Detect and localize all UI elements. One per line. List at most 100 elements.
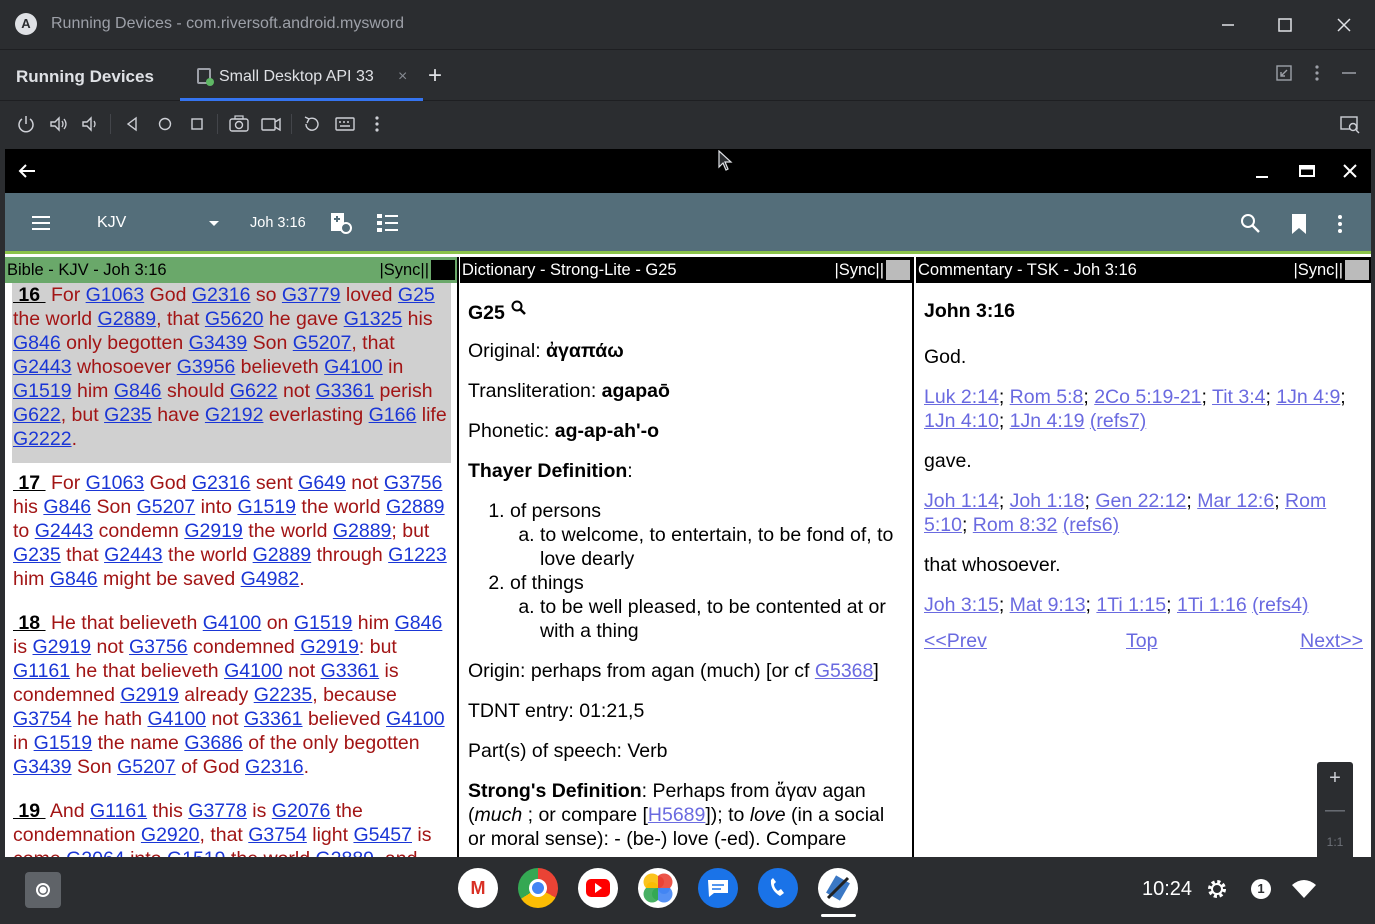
tab-small-desktop-api-33[interactable]: Small Desktop API 33 ×	[180, 51, 423, 101]
volume-down-icon[interactable]	[79, 113, 101, 135]
cross-reference-link[interactable]: 1Ti 1:15	[1096, 594, 1166, 616]
gmail-icon[interactable]: M	[458, 868, 498, 908]
cross-reference-link[interactable]: Joh 1:18	[1010, 490, 1085, 512]
google-photos-icon[interactable]	[638, 868, 678, 908]
chrome-icon[interactable]	[518, 868, 558, 908]
cross-reference-link[interactable]: Mar 12:6	[1197, 490, 1274, 512]
verse-reference-button[interactable]: Joh 3:16	[250, 215, 306, 231]
original-word: ἀγαπάω	[546, 340, 624, 362]
close-tab-icon[interactable]: ×	[398, 68, 407, 86]
zoom-actual-size-button[interactable]: 1:1	[1317, 826, 1353, 858]
app-minimize-button[interactable]	[1248, 157, 1276, 185]
minimize-window-button[interactable]	[1215, 12, 1241, 38]
add-device-tab-button[interactable]: +	[428, 62, 442, 90]
bible-settings-icon[interactable]	[329, 211, 353, 240]
more-refs-link[interactable]: (refs4)	[1252, 594, 1308, 616]
commentary-pane[interactable]: Commentary - TSK - Joh 3:16 |Sync|| John…	[916, 257, 1371, 857]
messages-icon[interactable]	[698, 868, 738, 908]
device-screen[interactable]: KJV Joh 3:16 Bible - KJV - Joh 3:16 |Syn…	[5, 149, 1371, 857]
more-refs-link[interactable]: (refs7)	[1090, 410, 1146, 432]
cross-reference-link[interactable]: 2Co 5:19-21	[1094, 386, 1201, 408]
sync-toggle[interactable]: |Sync||	[834, 257, 884, 283]
cross-reference-link[interactable]: 1Jn 4:9	[1276, 386, 1340, 408]
youtube-icon[interactable]	[578, 868, 618, 908]
notification-badge[interactable]: 1	[1251, 879, 1271, 899]
launcher-button[interactable]	[25, 872, 61, 908]
zoom-in-button[interactable]: +	[1317, 762, 1353, 794]
prev-link[interactable]: <<Prev	[924, 629, 987, 653]
cross-reference-link[interactable]: 1Jn 4:19	[1010, 410, 1085, 432]
sync-toggle[interactable]: |Sync||	[1293, 257, 1343, 283]
settings-gear-icon[interactable]	[1206, 878, 1228, 905]
dictionary-pane[interactable]: Dictionary - Strong-Lite - G25 |Sync|| G…	[460, 257, 914, 857]
g5368-link[interactable]: G5368	[815, 660, 874, 682]
back-arrow-icon[interactable]	[13, 157, 41, 185]
phone-icon[interactable]	[758, 868, 798, 908]
translation-selector[interactable]: KJV	[97, 214, 126, 232]
app-maximize-button[interactable]	[1293, 157, 1321, 185]
bible-pane[interactable]: Bible - KJV - Joh 3:16 |Sync|| 16 For G1…	[5, 257, 459, 857]
bookmark-icon[interactable]	[1291, 213, 1307, 240]
h5689-link[interactable]: H5689	[648, 804, 705, 826]
sync-toggle[interactable]: |Sync||	[379, 257, 429, 283]
device-tab-label: Small Desktop API 33	[219, 68, 374, 85]
thayer-label: Thayer Definition	[468, 460, 628, 482]
home-icon[interactable]	[154, 113, 176, 135]
search-icon[interactable]	[1240, 213, 1262, 240]
device-explorer-icon[interactable]	[1339, 113, 1361, 135]
dictionary-pane-title: Dictionary - Strong-Lite - G25	[462, 261, 677, 279]
power-icon[interactable]	[15, 113, 37, 135]
hamburger-menu-icon[interactable]	[30, 212, 52, 239]
next-link[interactable]: Next>>	[1300, 629, 1363, 653]
wifi-icon[interactable]	[1291, 878, 1317, 905]
cross-reference-link[interactable]: Rom 8:32	[973, 514, 1058, 536]
verse-16[interactable]: 16 For G1063 God G2316 so G3779 loved G2…	[12, 283, 451, 463]
thayer-definitions: of persons to welcome, to entertain, to …	[468, 499, 904, 643]
more-controls-icon[interactable]	[366, 113, 388, 135]
app-close-button[interactable]	[1336, 157, 1364, 185]
pane-menu-handle[interactable]	[886, 260, 910, 280]
active-app-indicator	[821, 914, 856, 917]
more-refs-link[interactable]: (refs6)	[1063, 514, 1119, 536]
screen-record-icon[interactable]	[260, 113, 282, 135]
overflow-menu-icon[interactable]	[1335, 214, 1345, 241]
strongs-entry: G25	[468, 302, 505, 324]
top-link[interactable]: Top	[1126, 629, 1157, 653]
pane-menu-handle[interactable]	[1345, 260, 1369, 280]
chevron-down-icon[interactable]	[207, 216, 221, 234]
zoom-out-button[interactable]: —	[1317, 794, 1353, 826]
cross-reference-link[interactable]: Tit 3:4	[1212, 386, 1265, 408]
verse-19[interactable]: 19 And G1161 this G3778 is G2076 the con…	[13, 799, 450, 857]
cross-reference-link[interactable]: Mat 9:13	[1010, 594, 1086, 616]
volume-up-icon[interactable]	[48, 113, 70, 135]
cross-reference-link[interactable]: Rom 5:8	[1010, 386, 1084, 408]
back-icon[interactable]	[121, 113, 143, 135]
verse-17[interactable]: 17 For G1063 God G2316 sent G649 not G37…	[13, 471, 450, 611]
commentary-text: John 3:16 God. Luk 2:14; Rom 5:8; 2Co 5:1…	[916, 283, 1371, 857]
clock[interactable]: 10:24	[1142, 878, 1192, 901]
more-options-icon[interactable]	[1308, 64, 1326, 87]
commentary-keyword: gave.	[924, 450, 972, 472]
cross-reference-link[interactable]: Gen 22:12	[1095, 490, 1186, 512]
verse-18[interactable]: 18 He that believeth G4100 on G1519 him …	[13, 611, 450, 799]
hide-panel-icon[interactable]	[1340, 64, 1358, 87]
search-icon[interactable]	[510, 300, 528, 324]
mysword-app-icon[interactable]	[818, 868, 858, 908]
cross-reference-link[interactable]: Joh 3:15	[924, 594, 999, 616]
commentary-nav: <<Prev Top Next>>	[924, 629, 1363, 653]
screenshot-icon[interactable]	[228, 113, 250, 135]
cross-reference-link[interactable]: Joh 1:14	[924, 490, 999, 512]
close-window-button[interactable]	[1331, 12, 1357, 38]
parallel-view-icon[interactable]	[376, 212, 400, 239]
rotate-icon[interactable]	[301, 113, 323, 135]
cross-reference-link[interactable]: 1Jn 4:10	[924, 410, 999, 432]
maximize-window-button[interactable]	[1272, 12, 1298, 38]
restore-layout-icon[interactable]	[1275, 64, 1293, 87]
overview-icon[interactable]	[186, 113, 208, 135]
cross-reference-link[interactable]: Luk 2:14	[924, 386, 999, 408]
cross-reference-link[interactable]: 1Ti 1:16	[1177, 594, 1247, 616]
pane-menu-handle[interactable]	[431, 260, 455, 280]
keyboard-icon[interactable]	[334, 113, 356, 135]
commentary-keyword: God.	[924, 346, 967, 368]
bible-pane-title: Bible - KJV - Joh 3:16	[7, 261, 167, 279]
